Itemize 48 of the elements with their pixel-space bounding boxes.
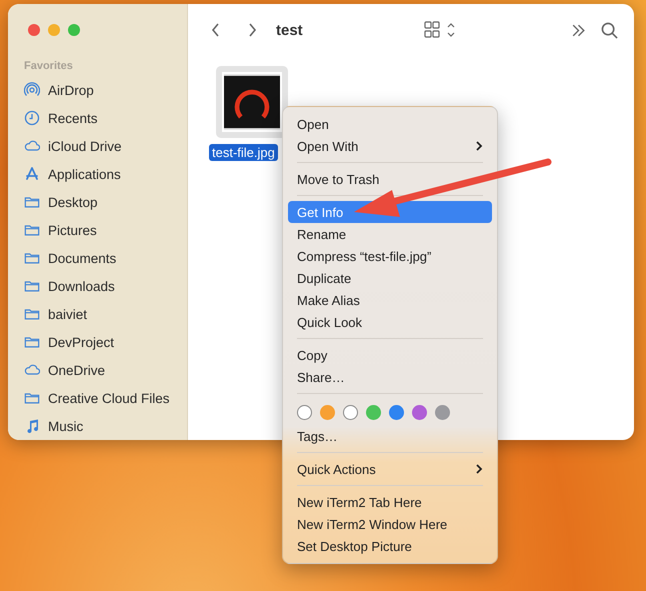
clock-icon bbox=[24, 110, 40, 126]
sidebar-item[interactable]: Desktop bbox=[24, 188, 187, 216]
menu-item[interactable]: New iTerm2 Window Here bbox=[288, 513, 492, 535]
sidebar-item[interactable]: OneDrive bbox=[24, 356, 187, 384]
tag-color-dot[interactable] bbox=[412, 404, 427, 420]
sidebar-item[interactable]: Recents bbox=[24, 104, 187, 132]
sidebar-item[interactable]: DevProject bbox=[24, 328, 187, 356]
sidebar-item[interactable]: Pictures bbox=[24, 216, 187, 244]
image-thumbnail-drawing bbox=[222, 72, 282, 132]
menu-item[interactable]: Tags… bbox=[288, 425, 492, 447]
menu-item[interactable]: Open bbox=[288, 113, 492, 135]
tag-color-dot[interactable] bbox=[297, 404, 312, 420]
window-title: test bbox=[276, 22, 303, 38]
close-icon[interactable] bbox=[28, 24, 40, 36]
file-name[interactable]: test-file.jpg bbox=[209, 144, 278, 161]
menu-item[interactable]: Make Alias bbox=[288, 289, 492, 311]
airdrop-icon bbox=[24, 82, 40, 98]
menu-item[interactable]: Duplicate bbox=[288, 267, 492, 289]
tag-color-dot[interactable] bbox=[320, 404, 335, 420]
sidebar-item[interactable]: Creative Cloud Files bbox=[24, 384, 187, 412]
chevron-right-icon bbox=[475, 140, 483, 152]
sidebar-item[interactable]: Downloads bbox=[24, 272, 187, 300]
sidebar-item[interactable]: AirDrop bbox=[24, 76, 187, 104]
chevron-right-icon bbox=[475, 463, 483, 475]
apps-icon bbox=[24, 166, 40, 182]
search-icon[interactable] bbox=[601, 22, 618, 38]
zoom-icon[interactable] bbox=[68, 24, 80, 36]
tag-color-dot[interactable] bbox=[389, 404, 404, 420]
menu-item[interactable]: Open With bbox=[288, 135, 492, 157]
menu-item[interactable]: Quick Look bbox=[288, 311, 492, 333]
menu-item[interactable]: Quick Actions bbox=[288, 458, 492, 480]
menu-item[interactable]: Set Desktop Picture bbox=[288, 535, 492, 557]
section-heading: Favorites bbox=[24, 60, 74, 74]
menu-item[interactable]: Compress “test-file.jpg” bbox=[288, 245, 492, 267]
tag-color-dot[interactable] bbox=[343, 404, 358, 420]
sidebar-item[interactable]: Applications bbox=[24, 160, 187, 188]
sidebar-item[interactable]: Documents bbox=[24, 244, 187, 272]
menu-item[interactable]: Share… bbox=[288, 366, 492, 388]
file-thumbnail[interactable] bbox=[216, 66, 288, 138]
sidebar-item[interactable]: Music bbox=[24, 412, 187, 440]
tag-color-dot[interactable] bbox=[366, 404, 381, 420]
menu-item[interactable]: Copy bbox=[288, 344, 492, 366]
sidebar-item[interactable]: iCloud Drive bbox=[24, 132, 187, 160]
sidebar-item[interactable]: baiviet bbox=[24, 300, 187, 328]
menu-item[interactable]: Rename bbox=[288, 223, 492, 245]
tag-color-dot[interactable] bbox=[435, 404, 450, 420]
menu-item[interactable]: New iTerm2 Tab Here bbox=[288, 491, 492, 513]
menu-item[interactable]: Move to Trash bbox=[288, 168, 492, 190]
